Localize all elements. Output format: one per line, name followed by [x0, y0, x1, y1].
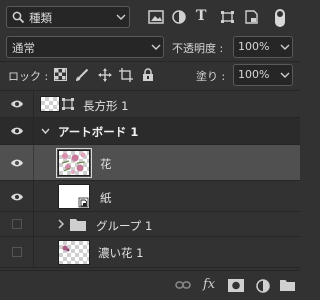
layer-row-flower[interactable]: 花: [0, 145, 300, 181]
adjustment-layer-icon[interactable]: [256, 279, 272, 293]
layer-name: アートボード 1: [58, 125, 139, 139]
link-layers-icon[interactable]: [175, 279, 191, 293]
chevron-down-icon: [280, 72, 290, 79]
eye-icon: [11, 127, 23, 135]
blend-opacity-row: 通常 不透明度 : 100%: [0, 34, 300, 60]
flower-thumbnail-image: [61, 152, 86, 174]
hidden-visibility-box: [12, 247, 22, 257]
layer-thumbnail: [56, 148, 92, 178]
fill-value: 100%: [238, 68, 270, 81]
layer-row-artboard[interactable]: アートボード 1: [0, 118, 300, 145]
opacity-label: 不透明度 :: [172, 42, 224, 55]
chevron-down-icon: [280, 44, 290, 51]
fill-label: 塗り :: [196, 70, 226, 83]
visibility-toggle[interactable]: [0, 181, 34, 211]
layer-name: 紙: [100, 191, 112, 205]
hidden-visibility-box: [12, 219, 22, 229]
layer-row-paper[interactable]: 紙: [0, 181, 300, 212]
blend-mode-value: 通常: [12, 41, 35, 55]
shape-layer-filter-icon[interactable]: [220, 10, 236, 24]
layers-bottom-toolbar: fx: [0, 270, 300, 300]
layer-thumbnail: [40, 96, 60, 112]
filter-toggle-switch[interactable]: [275, 9, 285, 27]
lock-label: ロック :: [8, 70, 49, 83]
lock-position-move-icon[interactable]: [98, 68, 112, 82]
visibility-toggle[interactable]: [0, 212, 34, 236]
layer-row-rectangle[interactable]: 長方形 1: [0, 91, 300, 118]
visibility-toggle[interactable]: [0, 118, 34, 144]
layer-thumbnail: [58, 240, 90, 265]
fill-field[interactable]: 100%: [233, 64, 293, 86]
chevron-down-icon: [151, 44, 161, 51]
opacity-value: 100%: [238, 40, 270, 53]
filter-kind-select[interactable]: 種類: [6, 6, 130, 28]
lock-paint-brush-icon[interactable]: [75, 68, 89, 82]
lock-transparency-icon[interactable]: [54, 68, 68, 82]
smart-object-badge-icon: [78, 197, 89, 208]
pixel-layer-filter-icon[interactable]: [148, 10, 164, 24]
chevron-down-icon[interactable]: [41, 128, 50, 135]
chevron-right-icon[interactable]: [58, 219, 65, 229]
layer-name: グループ 1: [96, 219, 153, 233]
new-group-folder-icon[interactable]: [280, 279, 296, 293]
lock-artboard-icon[interactable]: [119, 68, 133, 82]
opacity-field[interactable]: 100%: [233, 36, 293, 58]
blend-mode-select[interactable]: 通常: [6, 36, 164, 58]
type-layer-filter-icon[interactable]: T: [196, 8, 212, 24]
vector-mask-icon: [62, 98, 74, 110]
adjustment-layer-filter-icon[interactable]: [172, 10, 188, 24]
layer-row-dark-flower[interactable]: 濃い花 1: [0, 237, 300, 268]
lock-all-icon[interactable]: [142, 68, 156, 82]
eye-icon: [11, 193, 23, 201]
layer-style-fx-button[interactable]: fx: [203, 277, 219, 292]
visibility-toggle[interactable]: [0, 237, 34, 267]
layer-filter-bar: 種類 T: [0, 0, 300, 34]
smart-object-filter-icon[interactable]: [245, 10, 261, 24]
search-icon: [12, 11, 25, 24]
layer-name: 長方形 1: [83, 99, 129, 113]
eye-icon: [11, 159, 23, 167]
eye-icon: [11, 100, 23, 108]
visibility-toggle[interactable]: [0, 91, 34, 117]
lock-fill-row: ロック : 塗り : 100%: [0, 62, 300, 88]
chevron-down-icon: [116, 14, 126, 21]
add-mask-icon[interactable]: [228, 279, 244, 293]
layer-row-group[interactable]: グループ 1: [0, 212, 300, 237]
dark-flower-thumbnail-image: [62, 245, 70, 252]
filter-kind-label: 種類: [29, 11, 52, 25]
layer-name: 濃い花 1: [98, 246, 144, 260]
visibility-toggle[interactable]: [0, 145, 34, 180]
layer-thumbnail: [58, 184, 90, 209]
folder-icon: [70, 218, 86, 231]
layer-name: 花: [100, 157, 112, 171]
